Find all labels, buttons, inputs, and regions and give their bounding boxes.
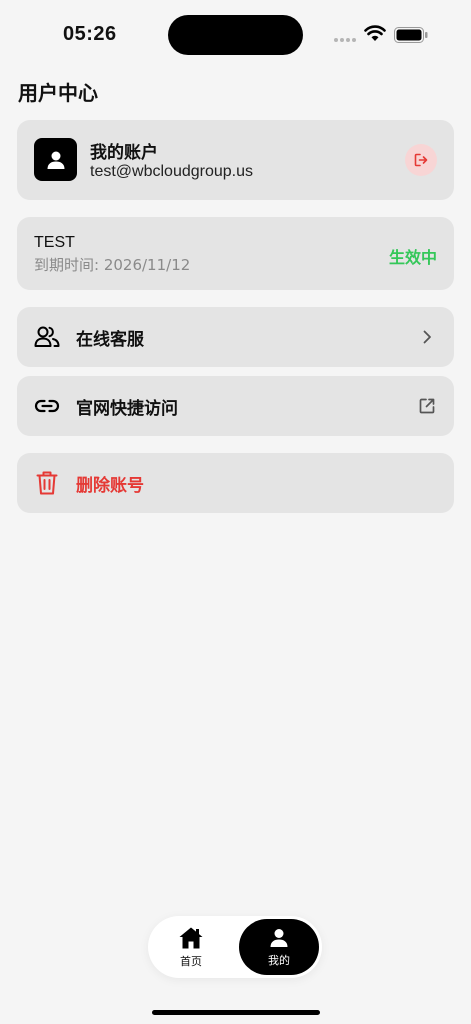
status-time: 05:26 xyxy=(63,23,117,45)
battery-icon xyxy=(394,27,428,43)
home-indicator xyxy=(152,1010,320,1015)
tab-mine[interactable]: 我的 xyxy=(239,919,319,975)
account-label: 我的账户 xyxy=(90,143,158,163)
delete-account-row[interactable]: 删除账号 xyxy=(17,453,454,513)
website-access-row[interactable]: 官网快捷访问 xyxy=(17,376,454,436)
plan-expiry: 到期时间: 2026/11/12 xyxy=(34,256,191,274)
tab-home-label: 首页 xyxy=(180,954,202,968)
users-icon xyxy=(34,324,60,350)
online-support-row[interactable]: 在线客服 xyxy=(17,307,454,367)
home-icon xyxy=(179,927,203,948)
online-support-label: 在线客服 xyxy=(76,329,144,350)
external-link-icon xyxy=(417,396,437,416)
plan-name: TEST xyxy=(34,234,75,251)
avatar xyxy=(34,138,77,181)
cellular-signal-icon xyxy=(334,38,356,42)
website-access-label: 官网快捷访问 xyxy=(76,398,178,419)
plan-status-badge: 生效中 xyxy=(388,248,437,267)
subscription-card: TEST 到期时间: 2026/11/12 生效中 xyxy=(17,217,454,290)
person-icon xyxy=(47,151,64,169)
account-card: 我的账户 test@wbcloudgroup.us xyxy=(17,120,454,200)
page-title: 用户中心 xyxy=(18,81,98,105)
link-icon xyxy=(34,393,60,419)
tab-mine-label: 我的 xyxy=(268,953,290,967)
delete-account-label: 删除账号 xyxy=(76,475,144,496)
tab-bar: 首页 我的 xyxy=(148,916,322,978)
tab-home[interactable]: 首页 xyxy=(154,921,228,973)
wifi-icon xyxy=(364,25,386,41)
person-icon xyxy=(270,928,288,947)
logout-button[interactable] xyxy=(405,144,437,176)
logout-icon xyxy=(414,153,428,167)
screen: 05:26 用户中心 我的账户 test@wbcloudgroup.us TES… xyxy=(0,0,471,1024)
chevron-right-icon xyxy=(417,327,437,347)
trash-icon xyxy=(34,470,60,496)
dynamic-island xyxy=(168,15,303,55)
account-email: test@wbcloudgroup.us xyxy=(90,163,253,180)
